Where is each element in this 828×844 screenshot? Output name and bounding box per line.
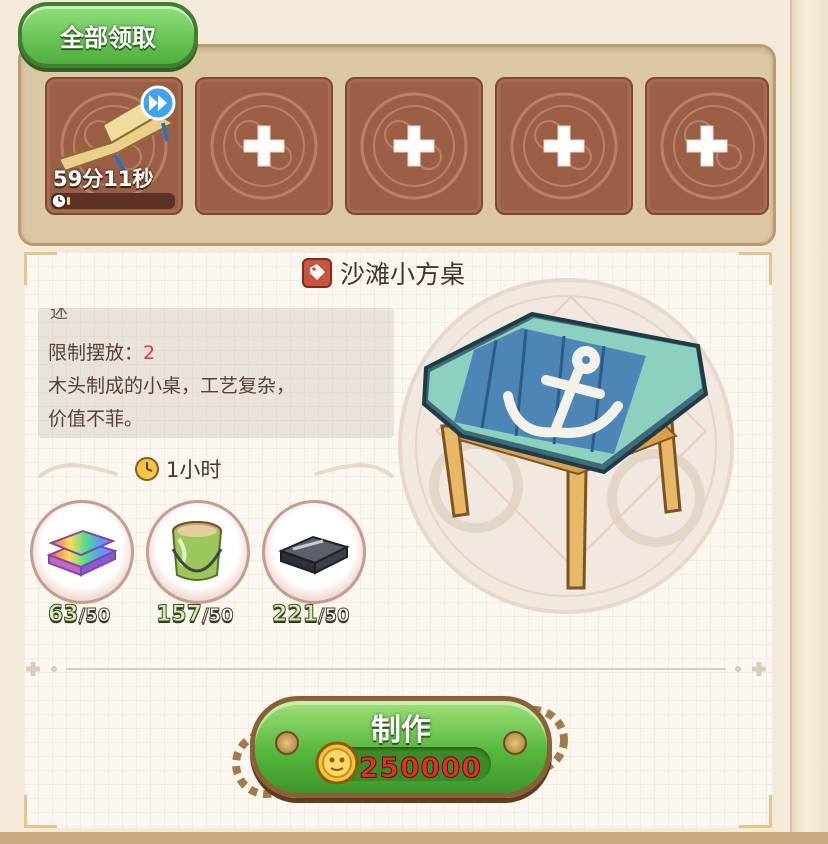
left-ornament-icon	[38, 463, 118, 478]
description-box[interactable]: 述 限制摆放：2 木头制成的小桌，工艺复杂， 价值不菲。	[38, 308, 394, 438]
queue-slot-empty[interactable]	[195, 77, 333, 215]
add-icon[interactable]	[392, 124, 436, 168]
material-need: /50	[201, 605, 234, 627]
description-line: 价值不菲。	[48, 408, 144, 430]
craft-label: 制作	[371, 713, 431, 748]
crafting-queue: 59分11秒	[18, 44, 776, 246]
description-cutoff-text: 述	[50, 308, 68, 323]
card-corner	[739, 795, 772, 828]
placement-limit: 限制摆放：2	[48, 338, 155, 365]
material-need: /50	[317, 605, 350, 627]
slot-progress-bar	[51, 193, 175, 209]
right-ornament-icon	[314, 463, 394, 478]
paint-bucket-icon	[171, 521, 223, 581]
material-have: 221	[272, 602, 319, 628]
add-icon[interactable]	[685, 124, 729, 168]
bottom-border	[0, 832, 828, 844]
material-slot[interactable]	[146, 500, 250, 604]
speed-up-icon[interactable]	[140, 85, 176, 121]
description-line: 木头制成的小桌，工艺复杂，	[48, 375, 296, 397]
card-corner	[24, 252, 57, 285]
card-corner	[24, 795, 57, 828]
placement-limit-value: 2	[143, 342, 156, 364]
material-have: 157	[156, 602, 203, 628]
add-icon[interactable]	[542, 124, 586, 168]
side-panel-edge	[790, 0, 828, 844]
card-corner	[739, 252, 772, 285]
divider-line	[26, 662, 766, 676]
craft-time: 1小时	[134, 454, 221, 484]
item-preview-image	[398, 278, 734, 614]
craft-time-value: 1小时	[166, 458, 222, 482]
craft-cost: 250000	[359, 751, 482, 785]
queue-slot-empty[interactable]	[345, 77, 483, 215]
item-description: 木头制成的小桌，工艺复杂， 价值不菲。	[48, 370, 388, 436]
slot-progress-fill	[67, 197, 71, 205]
tag-icon	[302, 258, 332, 288]
clock-icon	[135, 457, 159, 481]
iron-ingot-icon	[278, 535, 350, 575]
material-have: 63	[48, 602, 80, 628]
slot-timer: 59分11秒	[53, 167, 154, 191]
placement-limit-label: 限制摆放：	[48, 342, 144, 364]
rainbow-ingot-icon	[46, 529, 118, 577]
claim-all-button[interactable]: 全部领取	[18, 2, 198, 68]
queue-slot-active[interactable]: 59分11秒	[45, 77, 183, 215]
queue-slot-empty[interactable]	[495, 77, 633, 215]
queue-slot-empty[interactable]	[645, 77, 769, 215]
coin-icon	[315, 741, 359, 785]
craft-time-row: 1小时	[38, 450, 394, 490]
material-need: /50	[78, 605, 111, 627]
material-slot[interactable]	[30, 500, 134, 604]
material-slot[interactable]	[262, 500, 366, 604]
clock-icon	[51, 193, 67, 209]
add-icon[interactable]	[242, 124, 286, 168]
material-count: 157/50	[156, 602, 235, 628]
material-count: 221/50	[272, 602, 351, 628]
craft-button[interactable]: 制作 250000	[250, 696, 552, 798]
craft-area: 制作 250000	[222, 690, 572, 800]
material-count: 63/50	[48, 602, 111, 628]
